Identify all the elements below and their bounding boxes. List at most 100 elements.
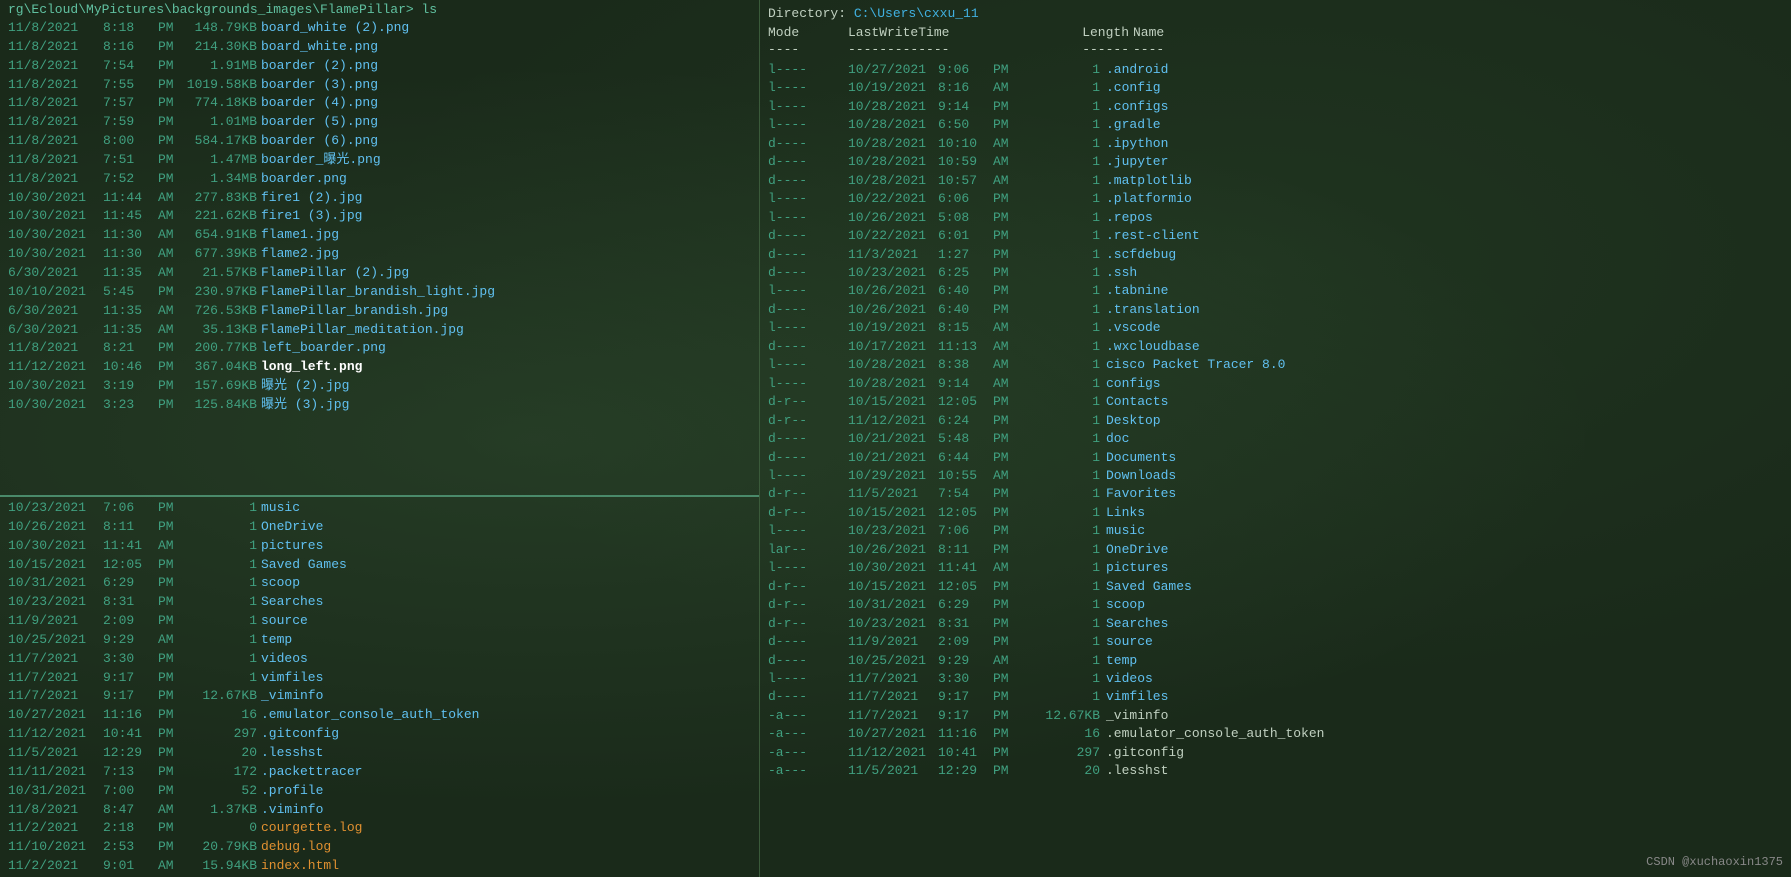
left-top-section[interactable]: rg\Ecloud\MyPictures\backgrounds_images\… (0, 0, 759, 497)
file-ampm: PM (158, 706, 186, 725)
left-bottom-section[interactable]: 10/23/20217:06PM1music10/26/20218:11PM1O… (0, 497, 759, 877)
directory-label: Directory: (768, 6, 854, 21)
file-name: boarder (6).png (261, 132, 751, 151)
r-name: .tabnine (1106, 282, 1783, 300)
r-time: 7:54 (938, 485, 993, 503)
r-len: 1 (1021, 319, 1106, 337)
file-date: 10/23/2021 (8, 499, 103, 518)
file-name: FlamePillar_brandish.jpg (261, 302, 751, 321)
file-date: 10/30/2021 (8, 537, 103, 556)
r-len: 1 (1021, 412, 1106, 430)
r-time: 2:09 (938, 633, 993, 651)
file-size: 1 (186, 518, 261, 537)
r-ampm: AM (993, 153, 1021, 171)
file-ampm: PM (158, 612, 186, 631)
r-time: 6:29 (938, 596, 993, 614)
file-time: 9:01 (103, 857, 158, 876)
file-size: 367.04KB (186, 358, 261, 377)
file-time: 7:55 (103, 76, 158, 95)
file-ampm: PM (158, 339, 186, 358)
r-ampm: PM (993, 633, 1021, 651)
table-row: d----10/21/20216:44PM1Documents (768, 449, 1783, 467)
file-size: 1 (186, 574, 261, 593)
file-ampm: PM (158, 19, 186, 38)
file-ampm: PM (158, 838, 186, 857)
file-ampm: AM (158, 321, 186, 340)
r-mode: d-r-- (768, 504, 848, 522)
file-ampm: PM (158, 763, 186, 782)
file-size: 1.34MB (186, 170, 261, 189)
r-len: 1 (1021, 485, 1106, 503)
r-mode: l---- (768, 467, 848, 485)
right-panel[interactable]: Directory: C:\Users\cxxu_11 Mode LastWri… (760, 0, 1791, 877)
list-item: 10/30/20213:23PM125.84KB曝光 (3).jpg (8, 396, 751, 415)
file-date: 11/8/2021 (8, 339, 103, 358)
r-date: 10/17/2021 (848, 338, 938, 356)
r-len: 1 (1021, 61, 1106, 79)
table-row: d----10/28/202110:10AM1.ipython (768, 135, 1783, 153)
file-date: 11/8/2021 (8, 19, 103, 38)
directory-line: Directory: C:\Users\cxxu_11 (768, 6, 1783, 21)
r-time: 9:14 (938, 98, 993, 116)
r-mode: d---- (768, 153, 848, 171)
r-time: 5:48 (938, 430, 993, 448)
r-len: 1 (1021, 227, 1106, 245)
r-name: Downloads (1106, 467, 1783, 485)
r-date: 10/22/2021 (848, 227, 938, 245)
file-size: 1.47MB (186, 151, 261, 170)
file-date: 11/9/2021 (8, 612, 103, 631)
list-item: 10/30/202111:45AM221.62KBfire1 (3).jpg (8, 207, 751, 226)
r-name: Contacts (1106, 393, 1783, 411)
r-time: 8:16 (938, 79, 993, 97)
r-ampm: PM (993, 430, 1021, 448)
file-ampm: AM (158, 302, 186, 321)
file-size: 1 (186, 631, 261, 650)
r-time: 3:30 (938, 670, 993, 688)
file-time: 2:09 (103, 612, 158, 631)
r-mode: l---- (768, 209, 848, 227)
r-ampm: PM (993, 116, 1021, 134)
file-name: flame1.jpg (261, 226, 751, 245)
list-item: 11/9/20212:09PM1source (8, 612, 751, 631)
length-header: Length (1048, 25, 1133, 40)
list-item: 11/7/20213:30PM1videos (8, 650, 751, 669)
file-time: 9:17 (103, 669, 158, 688)
list-item: 11/8/20217:59PM1.01MBboarder (5).png (8, 113, 751, 132)
table-row: d-r--10/31/20216:29PM1scoop (768, 596, 1783, 614)
r-name: Documents (1106, 449, 1783, 467)
file-ampm: PM (158, 687, 186, 706)
file-ampm: PM (158, 669, 186, 688)
r-mode: -a--- (768, 725, 848, 743)
file-time: 8:18 (103, 19, 158, 38)
r-date: 10/19/2021 (848, 319, 938, 337)
file-date: 10/30/2021 (8, 245, 103, 264)
r-mode: d---- (768, 430, 848, 448)
file-time: 11:35 (103, 321, 158, 340)
file-time: 8:31 (103, 593, 158, 612)
r-time: 9:06 (938, 61, 993, 79)
file-date: 11/2/2021 (8, 857, 103, 876)
table-row: -a---11/12/202110:41PM297.gitconfig (768, 744, 1783, 762)
file-name: .emulator_console_auth_token (261, 706, 751, 725)
watermark: CSDN @xuchaoxin1375 (1646, 855, 1783, 869)
r-name: .gitconfig (1106, 744, 1783, 762)
list-item: 11/2/20219:01AM15.94KBindex.html (8, 857, 751, 876)
file-ampm: AM (158, 264, 186, 283)
r-ampm: AM (993, 338, 1021, 356)
file-size: 16 (186, 706, 261, 725)
r-ampm: PM (993, 190, 1021, 208)
file-time: 7:54 (103, 57, 158, 76)
file-time: 5:45 (103, 283, 158, 302)
r-mode: d---- (768, 338, 848, 356)
file-name: .lesshst (261, 744, 751, 763)
file-name: FlamePillar (2).jpg (261, 264, 751, 283)
list-item: 11/8/20218:18PM148.79KBboard_white (2).p… (8, 19, 751, 38)
file-time: 11:35 (103, 302, 158, 321)
list-item: 6/30/202111:35AM726.53KBFlamePillar_bran… (8, 302, 751, 321)
left-top-file-list: 11/8/20218:18PM148.79KBboard_white (2).p… (8, 19, 751, 415)
r-len: 1 (1021, 282, 1106, 300)
r-ampm: PM (993, 504, 1021, 522)
file-date: 10/30/2021 (8, 207, 103, 226)
r-name: Searches (1106, 615, 1783, 633)
table-row: d-r--10/23/20218:31PM1Searches (768, 615, 1783, 633)
